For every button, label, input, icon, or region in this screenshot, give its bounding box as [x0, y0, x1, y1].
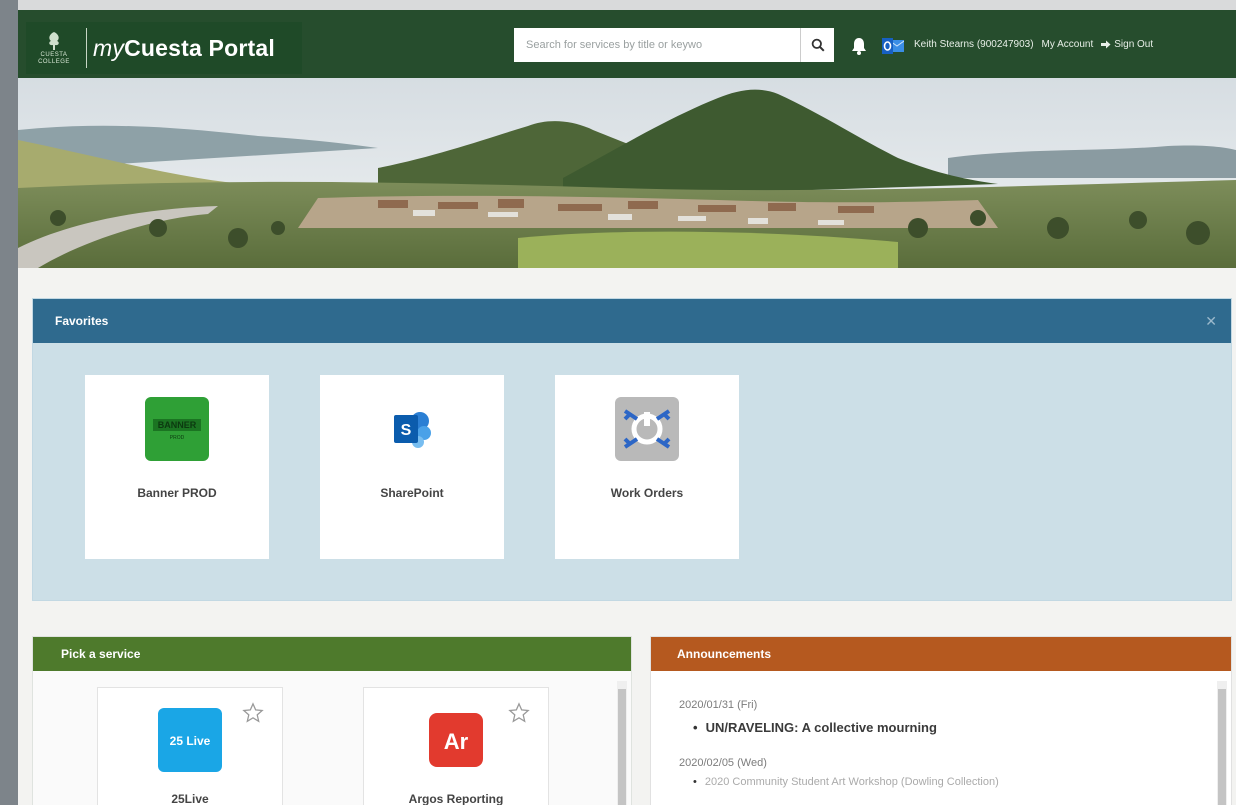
portal-header: CUESTA COLLEGE myCuesta Portal Search fo… [18, 10, 1236, 78]
favorites-tiles: BANNER PROD Banner PROD S SharePoint Wor… [85, 375, 739, 559]
svg-text:PROD: PROD [170, 435, 185, 441]
portal-title-prefix: my [93, 34, 125, 61]
banner-prod-icon: BANNER PROD [145, 397, 209, 461]
announcement-item[interactable]: • 2020 Community Student Art Workshop (D… [693, 776, 1201, 788]
favorites-panel: Favorites ✕ BANNER PROD Banner PROD S Sh… [32, 298, 1232, 601]
college-logo-text: CUESTA COLLEGE [38, 52, 70, 65]
scrollbar-thumb[interactable] [1218, 689, 1226, 805]
portal-title-name: Cuesta Portal [124, 34, 275, 61]
announcements-panel: Announcements 2020/01/31 (Fri) • UN/RAVE… [650, 636, 1232, 805]
favorite-tile-sharepoint[interactable]: S SharePoint [320, 375, 504, 559]
service-tile-label: Argos Reporting [408, 792, 504, 805]
svg-text:25 Live: 25 Live [170, 734, 211, 748]
favorite-tile-label: Banner PROD [137, 486, 217, 500]
portal-brand[interactable]: CUESTA COLLEGE myCuesta Portal [26, 22, 302, 74]
svg-text:BANNER: BANNER [158, 420, 197, 430]
announcements-header: Announcements [651, 637, 1231, 671]
announcement-text: 2020 Community Student Art Workshop (Dow… [704, 776, 999, 788]
svg-text:Ar: Ar [444, 729, 469, 754]
star-icon[interactable] [242, 702, 264, 724]
favorite-tile-label: Work Orders [610, 486, 684, 500]
collapse-icon[interactable]: ✕ [1205, 313, 1217, 330]
pick-service-panel: Pick a service 25 Live 25Live Ar Argos R… [32, 636, 632, 805]
tree-logo-icon [49, 32, 59, 50]
pick-service-header: Pick a service [33, 637, 631, 671]
sharepoint-icon: S [380, 397, 444, 461]
announcement-text: UN/RAVELING: A collective mourning [705, 720, 937, 735]
service-tile-label: 25Live [171, 792, 209, 805]
sign-out-icon [1101, 40, 1111, 49]
favorite-tile-work-orders[interactable]: Work Orders [555, 375, 739, 559]
pick-service-title: Pick a service [61, 647, 141, 661]
announcements-list: 2020/01/31 (Fri) • UN/RAVELING: A collec… [651, 671, 1231, 788]
sign-out-label: Sign Out [1114, 39, 1154, 50]
portal-page: CUESTA COLLEGE myCuesta Portal Search fo… [18, 0, 1236, 805]
sign-out-link[interactable]: Sign Out [1101, 39, 1153, 50]
announcement-date: 2020/02/05 (Wed) [679, 757, 767, 769]
search-button[interactable] [800, 28, 834, 62]
25live-icon: 25 Live [158, 708, 222, 772]
favorite-tile-label: SharePoint [380, 486, 444, 500]
bell-icon [852, 38, 866, 55]
service-tiles: 25 Live 25Live Ar Argos Reporting [97, 687, 549, 805]
portal-title: myCuesta Portal [93, 35, 275, 62]
search-input[interactable] [514, 28, 800, 62]
announcement-date: 2020/01/31 (Fri) [679, 699, 758, 711]
service-tile-argos[interactable]: Ar Argos Reporting [363, 687, 549, 805]
scrollbar-thumb[interactable] [618, 689, 626, 805]
argos-icon: Ar [424, 708, 488, 772]
search-icon [811, 38, 825, 52]
search-bar [514, 28, 834, 62]
bullet-icon: • [693, 720, 698, 735]
service-tile-25live[interactable]: 25 Live 25Live [97, 687, 283, 805]
star-icon[interactable] [508, 702, 530, 724]
bullet-icon: • [693, 776, 697, 788]
campus-banner-image [18, 78, 1236, 268]
favorites-header: Favorites ✕ [33, 299, 1231, 343]
announcement-item[interactable]: • UN/RAVELING: A collective mourning [693, 720, 1201, 735]
favorites-title: Favorites [55, 314, 109, 328]
service-scrollbar[interactable] [617, 681, 627, 805]
announcements-title: Announcements [677, 647, 772, 661]
outlook-icon [882, 38, 905, 54]
user-name[interactable]: Keith Stearns (900247903) [914, 39, 1034, 50]
user-menu: Keith Stearns (900247903) My Account Sig… [914, 39, 1153, 50]
outlook-button[interactable] [882, 38, 905, 54]
work-orders-icon [615, 397, 679, 461]
my-account-link[interactable]: My Account [1042, 39, 1094, 50]
brand-divider [86, 28, 87, 68]
announcements-scrollbar[interactable] [1217, 681, 1227, 805]
favorite-tile-banner-prod[interactable]: BANNER PROD Banner PROD [85, 375, 269, 559]
top-strip [18, 0, 1236, 10]
notifications-button[interactable] [850, 36, 868, 56]
svg-text:S: S [401, 422, 412, 439]
college-logo: CUESTA COLLEGE [26, 22, 82, 74]
